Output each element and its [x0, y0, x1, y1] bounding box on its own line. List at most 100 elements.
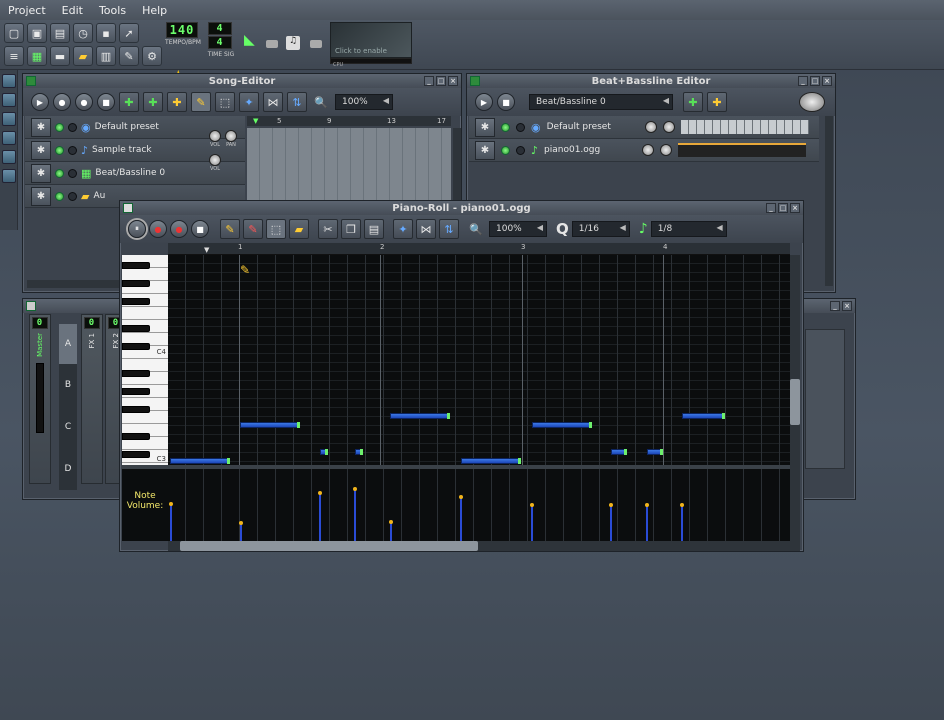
- add-automation-track-icon[interactable]: ✚: [167, 92, 187, 112]
- autoscroll-icon[interactable]: ✦: [393, 219, 413, 239]
- instrument-plugins-icon[interactable]: [2, 74, 16, 88]
- add-steps-icon[interactable]: ✚: [707, 92, 727, 112]
- mixer-channel-master[interactable]: 0 Master: [29, 314, 51, 484]
- add-bb-track-icon[interactable]: ✚: [683, 92, 703, 112]
- note[interactable]: [170, 458, 230, 464]
- volume-knob[interactable]: [209, 154, 221, 166]
- draw-mode-icon[interactable]: ✎: [191, 92, 211, 112]
- volume-bar[interactable]: [390, 522, 392, 541]
- black-key[interactable]: [122, 388, 150, 395]
- volume-bar[interactable]: [460, 497, 462, 541]
- solo-led[interactable]: [68, 168, 77, 178]
- piano-roll-icon[interactable]: ▬: [50, 46, 70, 66]
- note[interactable]: [682, 413, 725, 419]
- volume-handle[interactable]: [645, 503, 649, 507]
- note-volume-pane[interactable]: [168, 469, 790, 541]
- volume-bar[interactable]: [610, 505, 612, 541]
- minimize-button[interactable]: _: [766, 203, 776, 213]
- open-project-icon[interactable]: ▤: [50, 23, 70, 43]
- bb-vscroll[interactable]: [825, 116, 833, 286]
- bb-track-name[interactable]: Default preset: [547, 122, 639, 132]
- minimize-button[interactable]: _: [798, 76, 808, 86]
- master-volume-slider[interactable]: [266, 40, 278, 48]
- pr-vscroll-thumb[interactable]: [790, 379, 800, 425]
- volume-bar[interactable]: [354, 489, 356, 541]
- maximize-button[interactable]: □: [436, 76, 446, 86]
- volume-knob[interactable]: [644, 121, 657, 133]
- mute-led[interactable]: [55, 122, 64, 132]
- song-zoom-combo[interactable]: 100%: [335, 94, 393, 110]
- save-project-icon[interactable]: ▪: [96, 23, 116, 43]
- pr-ruler[interactable]: ▼ 1 2 3 4: [168, 243, 790, 255]
- bb-step-pattern[interactable]: [680, 120, 809, 134]
- maximize-button[interactable]: □: [810, 76, 820, 86]
- close-button[interactable]: ×: [790, 203, 800, 213]
- export-project-icon[interactable]: ➚: [119, 23, 139, 43]
- track-settings-icon[interactable]: ✱: [31, 186, 51, 206]
- black-key[interactable]: [122, 343, 150, 350]
- loop-icon[interactable]: ⋈: [416, 219, 436, 239]
- select-mode-icon[interactable]: ⬚: [266, 219, 286, 239]
- my-projects-icon[interactable]: [2, 93, 16, 107]
- play-button[interactable]: ▶: [31, 93, 49, 111]
- black-key[interactable]: [122, 280, 150, 287]
- stop-button[interactable]: ■: [97, 93, 115, 111]
- note[interactable]: [320, 449, 328, 455]
- master-volume-icon[interactable]: ◣: [244, 32, 255, 48]
- recent-projects-icon[interactable]: ◷: [73, 23, 93, 43]
- track-settings-icon[interactable]: ✱: [475, 117, 495, 137]
- minimize-button[interactable]: _: [830, 301, 840, 311]
- automation-editor-icon[interactable]: ▰: [73, 46, 93, 66]
- loop-points-icon[interactable]: ⋈: [263, 92, 283, 112]
- volume-handle[interactable]: [353, 487, 357, 491]
- fx-mixer-icon[interactable]: ▥: [96, 46, 116, 66]
- behavior-stop-icon[interactable]: ⇅: [287, 92, 307, 112]
- mixer-effects-panel[interactable]: [805, 329, 845, 469]
- close-button[interactable]: ×: [448, 76, 458, 86]
- maximize-button[interactable]: □: [778, 203, 788, 213]
- record-button[interactable]: ●: [53, 93, 71, 111]
- mute-led[interactable]: [55, 191, 64, 201]
- volume-handle[interactable]: [239, 521, 243, 525]
- my-presets-icon[interactable]: [2, 131, 16, 145]
- my-home-icon[interactable]: [2, 150, 16, 164]
- song-hscroll[interactable]: [27, 280, 127, 288]
- volume-bar[interactable]: [646, 505, 648, 541]
- new-project-icon[interactable]: ▢: [4, 23, 24, 43]
- bank-tab-b[interactable]: B: [59, 364, 77, 406]
- bank-tab-d[interactable]: D: [59, 448, 77, 490]
- erase-mode-icon[interactable]: ✎: [243, 219, 263, 239]
- copy-icon[interactable]: ❐: [341, 219, 361, 239]
- pr-record-play-button[interactable]: ●: [170, 220, 188, 238]
- pan-knob[interactable]: [662, 121, 675, 133]
- track-name[interactable]: Beat/Bassline 0: [95, 168, 195, 178]
- piano-roll-titlebar[interactable]: Piano-Roll - piano01.ogg _ □ ×: [120, 201, 803, 215]
- bb-stop-button[interactable]: ■: [497, 93, 515, 111]
- playhead-marker[interactable]: ▼: [204, 246, 209, 254]
- my-samples-icon[interactable]: [2, 112, 16, 126]
- tempo-display[interactable]: 140: [166, 22, 198, 38]
- playhead-marker[interactable]: ▼: [253, 117, 258, 125]
- pan-knob[interactable]: [660, 144, 673, 156]
- track-settings-icon[interactable]: ✱: [475, 140, 495, 160]
- black-key[interactable]: [122, 262, 150, 269]
- add-bb-track-icon[interactable]: ✚: [119, 92, 139, 112]
- solo-led[interactable]: [516, 145, 525, 155]
- song-editor-icon[interactable]: ≡: [4, 46, 24, 66]
- pr-record-button[interactable]: ●: [149, 220, 167, 238]
- menu-edit[interactable]: Edit: [54, 4, 91, 17]
- pr-hscroll-thumb[interactable]: [180, 541, 478, 551]
- track-settings-icon[interactable]: ✱: [31, 117, 51, 137]
- volume-handle[interactable]: [459, 495, 463, 499]
- black-key[interactable]: [122, 298, 150, 305]
- volume-handle[interactable]: [609, 503, 613, 507]
- controller-rack-icon[interactable]: ⚙: [142, 46, 162, 66]
- behavior-icon[interactable]: ⇅: [439, 219, 459, 239]
- song-editor-titlebar[interactable]: Song-Editor _ □ ×: [23, 74, 461, 88]
- minimize-button[interactable]: _: [424, 76, 434, 86]
- mute-led[interactable]: [55, 168, 64, 178]
- piano-keyboard[interactable]: C4 C3: [122, 255, 168, 465]
- note[interactable]: [390, 413, 450, 419]
- note-length-combo[interactable]: 1/8: [650, 221, 727, 237]
- black-key[interactable]: [122, 433, 150, 440]
